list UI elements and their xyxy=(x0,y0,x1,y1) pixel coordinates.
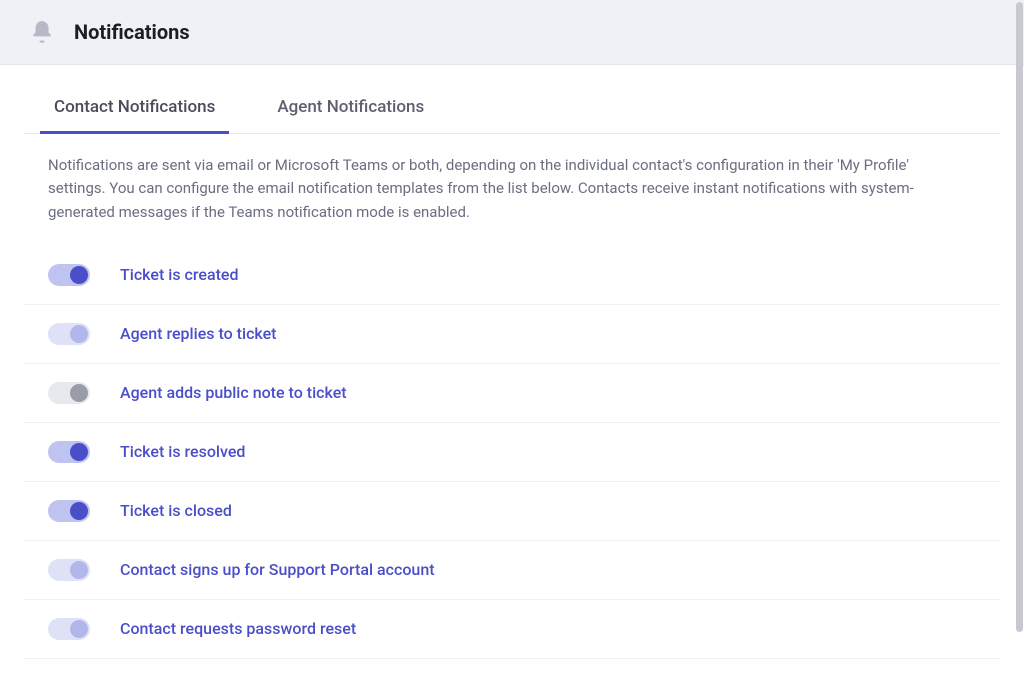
toggle-knob xyxy=(70,266,88,284)
page-header: Notifications xyxy=(0,0,1024,65)
tabs: Contact Notifications Agent Notification… xyxy=(24,83,1000,134)
list-item: Contact requests password reset xyxy=(24,600,1000,659)
toggle-contact-signup[interactable] xyxy=(48,559,90,581)
notification-link-agent-note[interactable]: Agent adds public note to ticket xyxy=(120,383,347,402)
notification-link-ticket-resolved[interactable]: Ticket is resolved xyxy=(120,442,245,461)
notifications-panel: Contact Notifications Agent Notification… xyxy=(0,83,1024,659)
toggle-knob xyxy=(70,620,88,638)
toggle-password-reset[interactable] xyxy=(48,618,90,640)
toggle-knob xyxy=(70,561,88,579)
notification-link-contact-signup[interactable]: Contact signs up for Support Portal acco… xyxy=(120,560,435,579)
toggle-ticket-closed[interactable] xyxy=(48,500,90,522)
notification-list: Ticket is created Agent replies to ticke… xyxy=(24,246,1000,659)
scrollbar[interactable] xyxy=(1014,2,1024,692)
toggle-knob xyxy=(70,443,88,461)
list-item: Agent replies to ticket xyxy=(24,305,1000,364)
notification-link-ticket-created[interactable]: Ticket is created xyxy=(120,265,239,284)
page-title: Notifications xyxy=(74,20,190,44)
bell-icon xyxy=(28,18,56,46)
tab-agent-notifications[interactable]: Agent Notifications xyxy=(271,83,430,133)
toggle-agent-replies[interactable] xyxy=(48,323,90,345)
list-item: Ticket is closed xyxy=(24,482,1000,541)
list-item: Ticket is resolved xyxy=(24,423,1000,482)
toggle-ticket-created[interactable] xyxy=(48,264,90,286)
toggle-ticket-resolved[interactable] xyxy=(48,441,90,463)
toggle-knob xyxy=(70,384,88,402)
notification-link-password-reset[interactable]: Contact requests password reset xyxy=(120,619,356,638)
list-item: Ticket is created xyxy=(24,246,1000,305)
tab-contact-notifications[interactable]: Contact Notifications xyxy=(48,83,221,133)
notification-link-ticket-closed[interactable]: Ticket is closed xyxy=(120,501,232,520)
toggle-agent-note[interactable] xyxy=(48,382,90,404)
toggle-knob xyxy=(70,325,88,343)
tab-description: Notifications are sent via email or Micr… xyxy=(24,134,964,234)
list-item: Agent adds public note to ticket xyxy=(24,364,1000,423)
list-item: Contact signs up for Support Portal acco… xyxy=(24,541,1000,600)
toggle-knob xyxy=(70,502,88,520)
notification-link-agent-replies[interactable]: Agent replies to ticket xyxy=(120,324,277,343)
